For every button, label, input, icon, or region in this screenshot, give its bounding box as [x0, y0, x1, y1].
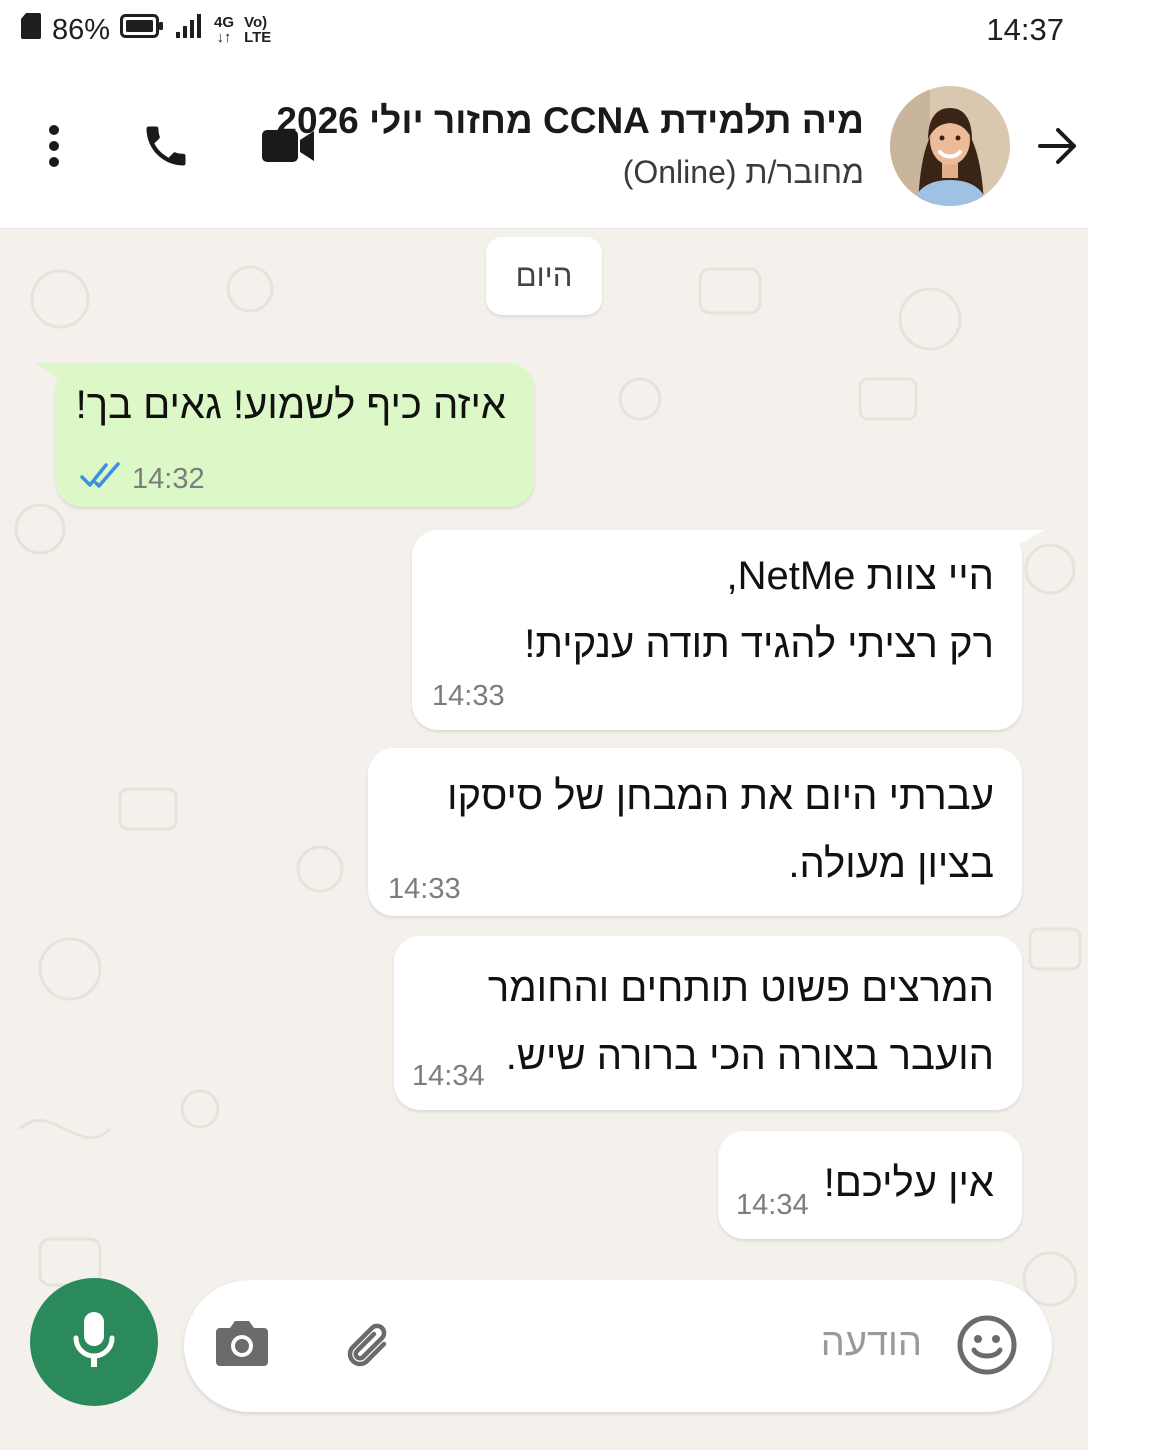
signal-icon: [174, 12, 204, 48]
message-input[interactable]: הודעה: [821, 1322, 922, 1365]
emoji-icon[interactable]: [956, 1314, 1018, 1381]
message-incoming[interactable]: המרצים פשוט תותחים והחומר הועבר בצורה הכ…: [394, 936, 1022, 1110]
data-arrows-icon: ↓↑: [216, 29, 232, 46]
arrow-right-icon[interactable]: [1030, 124, 1086, 168]
message-text: איזה כיף לשמוע! גאים בך!: [75, 383, 506, 427]
more-vert-icon[interactable]: [36, 122, 72, 170]
network-type: 4G ↓↑: [214, 14, 235, 46]
message-time: 14:33: [432, 680, 505, 712]
battery-percent: 86%: [52, 13, 111, 46]
mic-button[interactable]: [30, 1278, 158, 1406]
message-text-line-1: המרצים פשוט תותחים והחומר: [487, 966, 994, 1010]
camera-icon[interactable]: [214, 1318, 270, 1373]
date-divider: היום: [486, 237, 602, 315]
contact-name[interactable]: מיה תלמידת CCNA מחזור יולי 2026: [276, 100, 864, 142]
message-text: אין עליכם!: [823, 1161, 994, 1205]
message-composer[interactable]: הודעה: [184, 1280, 1052, 1412]
message-time: 14:34: [736, 1189, 809, 1221]
message-text-line-2: רק רציתי להגיד תודה ענקית!: [524, 622, 994, 666]
attach-icon[interactable]: [340, 1314, 400, 1379]
mic-icon: [72, 1310, 116, 1375]
message-time: 14:33: [388, 873, 461, 905]
status-bar: 86% 4G ↓↑ Vo) LTE 14:37: [0, 0, 1088, 64]
message-incoming[interactable]: אין עליכם! 14:34: [718, 1131, 1022, 1239]
status-time: 14:37: [986, 12, 1064, 47]
message-text-line-1: היי צוות NetMe,: [726, 554, 994, 598]
status-bar-indicators: 86% 4G ↓↑ Vo) LTE: [20, 12, 278, 48]
sd-card-icon: [20, 12, 42, 48]
message-text-line-2: הועבר בצורה הכי ברורה שיש.: [505, 1034, 994, 1078]
bubble-tail: [1000, 530, 1044, 556]
chat-area: היום איזה כיף לשמוע! גאים בך! 14:32 היי …: [0, 229, 1088, 1450]
message-time: 14:34: [412, 1060, 485, 1092]
chat-header: מיה תלמידת CCNA מחזור יולי 2026 מחובר/ת …: [0, 64, 1088, 229]
volte-indicator: Vo) LTE: [244, 14, 272, 46]
message-outgoing[interactable]: איזה כיף לשמוע! גאים בך! 14:32: [34, 363, 534, 507]
battery-icon: [120, 13, 164, 47]
contact-status: מחובר/ת (Online): [622, 154, 864, 190]
read-ticks-icon: [80, 461, 122, 494]
message-time: 14:32: [132, 463, 205, 495]
message-incoming[interactable]: עברתי היום את המבחן של סיסקו בציון מעולה…: [368, 748, 1022, 916]
message-incoming[interactable]: היי צוות NetMe, רק רציתי להגיד תודה ענקי…: [412, 530, 1044, 730]
message-text-line-2: בציון מעולה.: [788, 842, 994, 886]
phone-icon[interactable]: [136, 116, 196, 176]
avatar[interactable]: [890, 86, 1010, 206]
bubble-tail: [34, 363, 78, 389]
chat-app: 86% 4G ↓↑ Vo) LTE 14:37 מיה תלמידת CCNA …: [0, 0, 1088, 1450]
message-text-line-1: עברתי היום את המבחן של סיסקו: [447, 774, 994, 818]
